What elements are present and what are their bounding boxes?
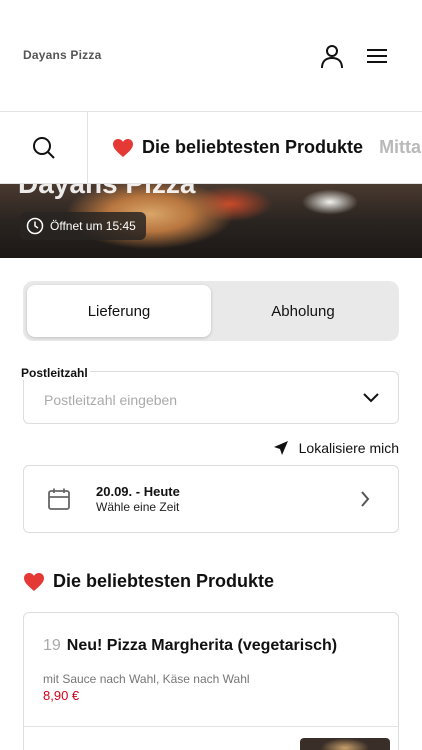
- select-time-hint: Wähle eine Zeit: [96, 500, 180, 514]
- app-header: Dayans Pizza: [0, 0, 422, 112]
- chevron-right-icon: [361, 491, 370, 507]
- opening-hours-badge: Öffnet um 15:45: [20, 212, 146, 240]
- category-bar: Die beliebtesten Produkte Mitta: [0, 112, 422, 184]
- divider: [24, 726, 398, 727]
- locate-me-label: Lokalisiere mich: [298, 440, 399, 456]
- locate-me-button[interactable]: Lokalisiere mich: [273, 440, 399, 456]
- chevron-down-icon: [363, 393, 379, 403]
- hamburger-icon: [367, 49, 387, 63]
- product-number: 19: [43, 637, 61, 654]
- selected-date: 20.09. - Heute: [96, 484, 180, 499]
- pickup-option[interactable]: Abholung: [211, 285, 395, 337]
- search-button[interactable]: [0, 112, 88, 183]
- delivery-option[interactable]: Lieferung: [27, 285, 211, 337]
- zip-placeholder: Postleitzahl eingeben: [44, 392, 178, 408]
- zip-label: Postleitzahl: [19, 366, 90, 380]
- product-title: Neu! Pizza Margherita (vegetarisch): [66, 637, 338, 654]
- product-price: 8,90 €: [43, 688, 80, 703]
- date-time-picker[interactable]: 20.09. - Heute Wähle eine Zeit: [23, 465, 399, 533]
- opening-hours-text: Öffnet um 15:45: [50, 219, 136, 233]
- heart-icon: [24, 572, 44, 591]
- category-scroll[interactable]: Die beliebtesten Produkte Mitta: [88, 112, 422, 183]
- section-heading: Die beliebtesten Produkte: [23, 571, 274, 592]
- category-tab-popular[interactable]: Die beliebtesten Produkte: [112, 137, 363, 158]
- menu-button[interactable]: [361, 40, 393, 72]
- search-icon: [32, 136, 55, 159]
- product-card[interactable]: 19 Neu! Pizza Margherita (vegetarisch) mi…: [23, 612, 399, 750]
- product-name: 19 Neu! Pizza Margherita (vegetarisch): [43, 636, 343, 655]
- clock-icon: [26, 217, 44, 235]
- order-mode-toggle: Lieferung Abholung: [23, 281, 399, 341]
- section-title-text: Die beliebtesten Produkte: [53, 571, 275, 591]
- product-thumbnail[interactable]: [300, 738, 390, 750]
- hero-title: Dayans Pizza: [18, 184, 195, 200]
- product-description: mit Sauce nach Wahl, Käse nach Wahl: [43, 672, 250, 686]
- location-arrow-icon: [273, 441, 288, 455]
- category-tab-label: Die beliebtesten Produkte: [142, 137, 364, 157]
- heart-icon: [113, 138, 133, 157]
- calendar-icon: [48, 488, 70, 510]
- category-tab-next[interactable]: Mitta: [379, 137, 421, 158]
- user-icon: [321, 45, 343, 69]
- hero-image: Dayans Pizza Öffnet um 15:45: [0, 184, 422, 258]
- brand-name: Dayans Pizza: [23, 48, 102, 62]
- account-button[interactable]: [316, 40, 348, 72]
